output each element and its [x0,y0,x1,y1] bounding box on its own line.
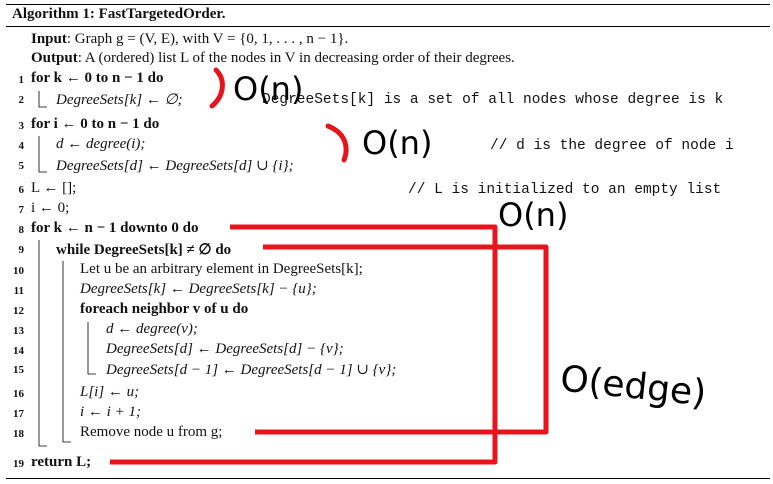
handwritten-note: O(n) [362,124,433,162]
handwritten-note: O(n) [498,196,569,234]
brace-mark [209,67,225,109]
block-bar [62,261,71,443]
brace-mark [325,123,349,163]
handwritten-note: O(n) [233,70,304,108]
block-bar [87,322,96,375]
annotation-layer [38,67,549,465]
while-loop-bracket [255,244,549,435]
block-bar [38,136,47,173]
block-bar [38,240,47,447]
block-bar [38,91,47,108]
for-loop-bracket [110,224,498,465]
